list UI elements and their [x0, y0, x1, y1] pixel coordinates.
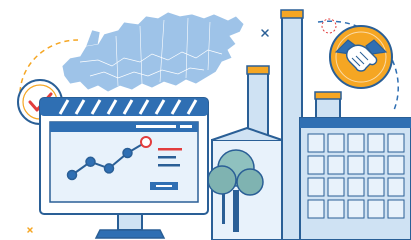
russia-map — [61, 11, 245, 93]
handshake-badge — [329, 25, 393, 89]
chart-point — [103, 163, 115, 174]
chart-point — [140, 136, 152, 148]
chart-point — [85, 156, 96, 168]
industry-illustration — [17, 9, 411, 240]
chart-point — [122, 147, 133, 159]
monitor — [39, 97, 209, 239]
chart-point — [66, 169, 78, 181]
